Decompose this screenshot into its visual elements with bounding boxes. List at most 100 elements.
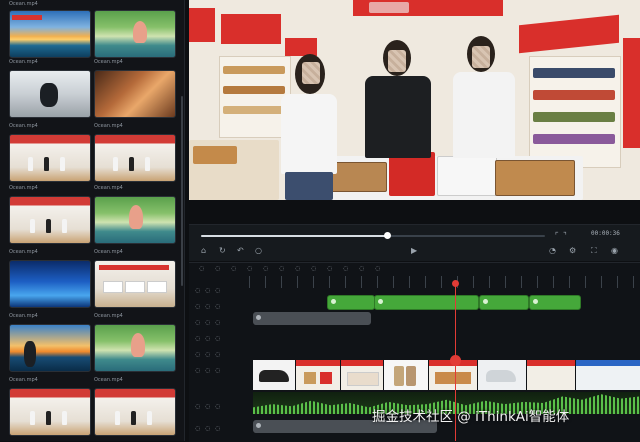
- media-thumbnail[interactable]: [94, 10, 176, 58]
- mute-icon[interactable]: ◌: [215, 335, 220, 342]
- media-thumbnail[interactable]: [9, 196, 91, 244]
- track-header: ◌ ◌ ◌: [191, 403, 247, 415]
- eye-icon[interactable]: ◌: [205, 425, 210, 432]
- lock-icon[interactable]: ◌: [195, 287, 200, 294]
- shelf-goods: [533, 68, 615, 78]
- record-icon[interactable]: ○: [255, 246, 262, 256]
- track-header: ◌ ◌ ◌: [191, 303, 247, 315]
- playhead-marker[interactable]: [450, 355, 461, 366]
- settings-icon[interactable]: ⚙: [569, 246, 576, 256]
- person-body: [365, 76, 431, 158]
- media-thumbnail[interactable]: [94, 388, 176, 436]
- lock-icon[interactable]: ◌: [195, 319, 200, 326]
- media-thumbnail[interactable]: [94, 260, 176, 308]
- play-icon[interactable]: ▶: [411, 246, 417, 256]
- media-thumbnail[interactable]: [94, 196, 176, 244]
- tool-icon[interactable]: ◌: [231, 265, 236, 272]
- media-thumbnail[interactable]: [94, 134, 176, 182]
- tool-icon[interactable]: ◌: [247, 265, 252, 272]
- mute-icon[interactable]: ◌: [215, 367, 220, 374]
- media-caption: Ocean.mp4: [9, 313, 38, 319]
- lock-icon[interactable]: ◌: [195, 351, 200, 358]
- video-frame[interactable]: [341, 360, 384, 390]
- shelf-goods: [533, 134, 615, 144]
- bracket-left-icon[interactable]: ⌜: [555, 231, 559, 241]
- media-thumbnail[interactable]: [9, 134, 91, 182]
- media-thumbnail[interactable]: [9, 324, 91, 372]
- tool-icon[interactable]: ◌: [295, 265, 300, 272]
- mute-icon[interactable]: ◌: [215, 403, 220, 410]
- tool-icon[interactable]: ◌: [359, 265, 364, 272]
- video-preview[interactable]: [189, 0, 640, 200]
- video-frame[interactable]: [296, 360, 341, 390]
- eye-icon[interactable]: ◌: [205, 403, 210, 410]
- mute-icon[interactable]: ◌: [215, 351, 220, 358]
- person-body: [281, 94, 337, 174]
- playhead-handle[interactable]: [452, 280, 459, 287]
- media-thumbnail[interactable]: [9, 388, 91, 436]
- tool-icon[interactable]: ◌: [327, 265, 332, 272]
- shelf-goods: [223, 86, 285, 94]
- eye-icon[interactable]: ◌: [205, 351, 210, 358]
- grey-clip[interactable]: [253, 312, 371, 325]
- eye-icon[interactable]: ◌: [205, 287, 210, 294]
- green-clip[interactable]: [374, 295, 479, 310]
- lock-icon[interactable]: ◌: [195, 403, 200, 410]
- tool-icon[interactable]: ◌: [215, 265, 220, 272]
- home-icon[interactable]: ⌂: [201, 246, 206, 256]
- tool-icon[interactable]: ◌: [199, 265, 204, 272]
- time-ruler[interactable]: [249, 276, 640, 288]
- video-frame[interactable]: [478, 360, 527, 390]
- lock-icon[interactable]: ◌: [195, 367, 200, 374]
- green-clip[interactable]: [327, 295, 375, 310]
- track-header: ◌ ◌ ◌: [191, 351, 247, 363]
- media-thumbnail[interactable]: [94, 324, 176, 372]
- lock-icon[interactable]: ◌: [195, 425, 200, 432]
- media-thumbnail[interactable]: [9, 10, 91, 58]
- library-scrollbar[interactable]: [181, 96, 183, 286]
- bread-basket: [329, 162, 387, 192]
- progress-slider[interactable]: [201, 232, 545, 239]
- track-header: ◌ ◌ ◌: [191, 367, 247, 379]
- more-icon[interactable]: ◉: [611, 246, 618, 256]
- mute-icon[interactable]: ◌: [215, 303, 220, 310]
- media-thumbnail[interactable]: [9, 70, 91, 118]
- tool-icon[interactable]: ◌: [343, 265, 348, 272]
- green-clip[interactable]: [479, 295, 529, 310]
- media-caption: Ocean.mp4: [94, 123, 123, 129]
- lock-icon[interactable]: ◌: [195, 303, 200, 310]
- eye-icon[interactable]: ◌: [205, 367, 210, 374]
- lock-icon[interactable]: ◌: [195, 335, 200, 342]
- loop-icon[interactable]: ↻: [219, 246, 226, 256]
- eye-icon[interactable]: ◌: [205, 303, 210, 310]
- clip-marker: [378, 299, 383, 304]
- media-caption: Ocean.mp4: [94, 185, 123, 191]
- eye-icon[interactable]: ◌: [205, 335, 210, 342]
- media-thumbnail[interactable]: [9, 260, 91, 308]
- tool-icon[interactable]: ◌: [279, 265, 284, 272]
- tool-icon[interactable]: ◌: [263, 265, 268, 272]
- store-sign: [221, 14, 281, 44]
- media-caption: Ocean.mp4: [9, 249, 38, 255]
- video-frame[interactable]: [384, 360, 429, 390]
- media-thumbnail[interactable]: [94, 70, 176, 118]
- video-frame[interactable]: [576, 360, 640, 390]
- video-frame[interactable]: [253, 360, 296, 390]
- red-box: [389, 152, 435, 196]
- shelf-goods: [533, 112, 615, 122]
- fullscreen-icon[interactable]: ⛶: [591, 246, 597, 256]
- green-clip[interactable]: [529, 295, 581, 310]
- eye-icon[interactable]: ◌: [205, 319, 210, 326]
- bracket-right-icon[interactable]: ⌝: [563, 231, 567, 241]
- track-header: ◌ ◌ ◌: [191, 335, 247, 347]
- mute-icon[interactable]: ◌: [215, 287, 220, 294]
- undo-icon[interactable]: ↶: [237, 246, 244, 256]
- media-caption: Ocean.mp4: [9, 185, 38, 191]
- mute-icon[interactable]: ◌: [215, 319, 220, 326]
- tool-icon[interactable]: ◌: [311, 265, 316, 272]
- video-frame[interactable]: [527, 360, 576, 390]
- volume-icon[interactable]: ◔: [549, 246, 556, 256]
- progress-handle[interactable]: [383, 232, 391, 239]
- tool-icon[interactable]: ◌: [375, 265, 380, 272]
- mute-icon[interactable]: ◌: [215, 425, 220, 432]
